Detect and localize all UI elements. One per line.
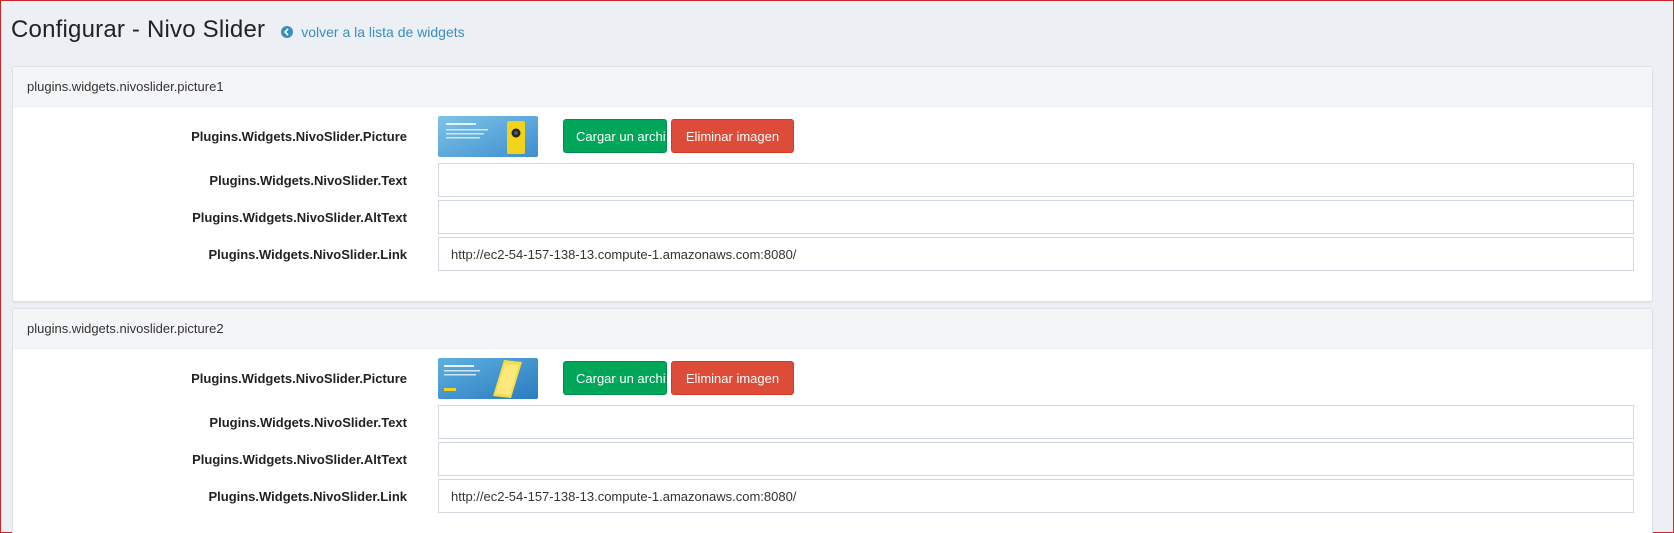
link-input[interactable] xyxy=(438,237,1634,271)
alt-text-label: Plugins.Widgets.NivoSlider.AltText xyxy=(192,451,407,467)
back-to-widgets-link[interactable]: volver a la lista de widgets xyxy=(281,24,465,40)
panel-heading: plugins.widgets.nivoslider.picture1 xyxy=(13,67,1652,107)
text-control xyxy=(438,405,1634,439)
page-header: Configurar - Nivo Slider volver a la lis… xyxy=(1,1,1673,59)
text-input[interactable] xyxy=(438,163,1634,197)
panel-heading: plugins.widgets.nivoslider.picture2 xyxy=(13,309,1652,349)
picture-thumbnail xyxy=(438,357,538,399)
upload-file-button[interactable]: Cargar un archivo xyxy=(563,119,667,153)
picture-label: Plugins.Widgets.NivoSlider.Picture xyxy=(191,128,407,144)
picture1-panel: plugins.widgets.nivoslider.picture1 Plug… xyxy=(12,66,1653,302)
picture-controls: Cargar un archivo Eliminar imagen xyxy=(438,115,1634,157)
delete-image-button[interactable]: Eliminar imagen xyxy=(671,119,794,153)
link-label: Plugins.Widgets.NivoSlider.Link xyxy=(208,246,407,262)
alt-text-input[interactable] xyxy=(438,442,1634,476)
link-control xyxy=(438,237,1634,271)
picture2-panel: plugins.widgets.nivoslider.picture2 Plug… xyxy=(12,308,1653,533)
link-row: Plugins.Widgets.NivoSlider.Link xyxy=(13,479,1652,513)
arrow-circle-left-icon xyxy=(281,26,294,38)
link-label: Plugins.Widgets.NivoSlider.Link xyxy=(208,488,407,504)
alt-text-control xyxy=(438,200,1634,234)
link-row: Plugins.Widgets.NivoSlider.Link xyxy=(13,237,1652,271)
text-input[interactable] xyxy=(438,405,1634,439)
link-control xyxy=(438,479,1634,513)
picture-row: Plugins.Widgets.NivoSlider.Picture Carga… xyxy=(13,357,1652,399)
text-row: Plugins.Widgets.NivoSlider.Text xyxy=(13,405,1652,439)
text-control xyxy=(438,163,1634,197)
delete-image-button[interactable]: Eliminar imagen xyxy=(671,361,794,395)
link-input[interactable] xyxy=(438,479,1634,513)
upload-file-button[interactable]: Cargar un archivo xyxy=(563,361,667,395)
alt-text-label: Plugins.Widgets.NivoSlider.AltText xyxy=(192,209,407,225)
text-label: Plugins.Widgets.NivoSlider.Text xyxy=(209,172,407,188)
text-row: Plugins.Widgets.NivoSlider.Text xyxy=(13,163,1652,197)
text-label: Plugins.Widgets.NivoSlider.Text xyxy=(209,414,407,430)
page-title: Configurar - Nivo Slider xyxy=(11,16,266,43)
alt-text-row: Plugins.Widgets.NivoSlider.AltText xyxy=(13,200,1652,234)
picture-label: Plugins.Widgets.NivoSlider.Picture xyxy=(191,370,407,386)
picture-row: Plugins.Widgets.NivoSlider.Picture Carga… xyxy=(13,115,1652,157)
alt-text-input[interactable] xyxy=(438,200,1634,234)
alt-text-control xyxy=(438,442,1634,476)
picture-controls: Cargar un archivo Eliminar imagen xyxy=(438,357,1634,399)
back-link-label: volver a la lista de widgets xyxy=(301,24,465,40)
picture-thumbnail xyxy=(438,115,538,157)
alt-text-row: Plugins.Widgets.NivoSlider.AltText xyxy=(13,442,1652,476)
